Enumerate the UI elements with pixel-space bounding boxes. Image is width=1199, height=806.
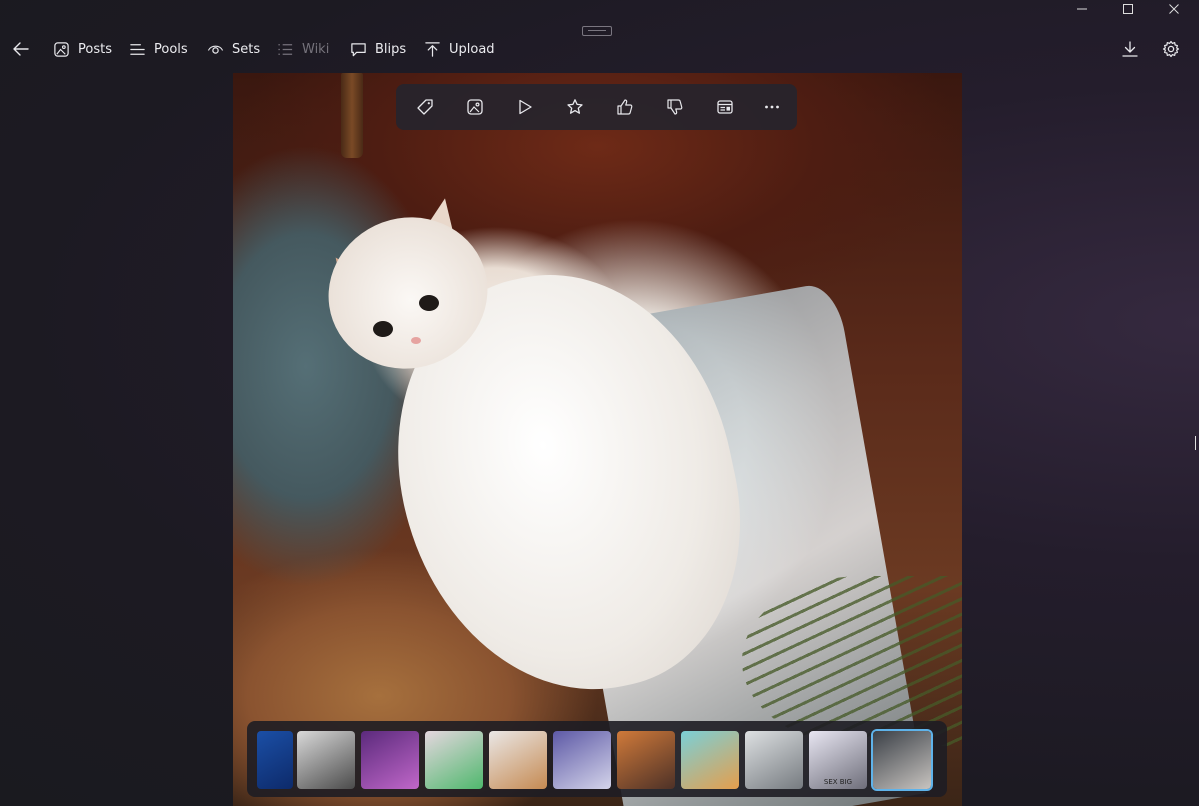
minimize-button[interactable] <box>1059 0 1105 18</box>
thumbnail[interactable] <box>617 731 675 789</box>
eye-icon <box>207 45 224 54</box>
more-button[interactable] <box>760 95 784 119</box>
thumbnail[interactable] <box>873 731 931 789</box>
nav-posts-label: Posts <box>78 41 112 57</box>
maximize-button[interactable] <box>1105 0 1151 18</box>
thumbnail-image <box>681 731 739 789</box>
star-icon <box>567 99 583 114</box>
thumbnail-image <box>873 731 931 789</box>
curtain-tassel <box>341 73 363 158</box>
thumbnail[interactable] <box>361 731 419 789</box>
arrow-left-icon <box>13 42 29 56</box>
arrow-up-icon <box>425 41 440 57</box>
thumbnail-image <box>553 731 611 789</box>
nav-wiki[interactable]: Wiki <box>277 37 329 61</box>
play-icon <box>519 99 532 115</box>
thumbnail[interactable] <box>681 731 739 789</box>
nav-upload[interactable]: Upload <box>424 37 495 61</box>
thumbnail[interactable] <box>489 731 547 789</box>
cat-eye-left <box>373 321 393 337</box>
download-icon <box>1122 41 1138 57</box>
thumbnail-image <box>361 731 419 789</box>
nav-sets-label: Sets <box>232 41 261 57</box>
thumbnail[interactable] <box>425 731 483 789</box>
image-toolbar <box>396 84 797 130</box>
nav-blips[interactable]: Blips <box>350 37 406 61</box>
thumbnail-image <box>489 731 547 789</box>
cat-eye-right <box>419 295 439 311</box>
thumbnail[interactable]: SEX BIG <box>809 731 867 789</box>
thumbnail-image <box>297 731 355 789</box>
thumbnail-image <box>745 731 803 789</box>
upvote-button[interactable] <box>613 95 637 119</box>
cat-nose <box>411 337 421 344</box>
nav-posts[interactable]: Posts <box>53 37 112 61</box>
picture-icon <box>467 99 483 115</box>
window-controls <box>1059 0 1197 18</box>
thumbnail-image <box>257 731 293 789</box>
close-button[interactable] <box>1151 0 1197 18</box>
gear-icon <box>1162 40 1180 58</box>
tag-icon <box>417 99 433 115</box>
drag-handle[interactable] <box>582 26 612 36</box>
nav-wiki-label: Wiki <box>302 41 330 57</box>
thumbnail-image <box>617 731 675 789</box>
nav-upload-label: Upload <box>449 41 495 57</box>
tags-button[interactable] <box>413 95 437 119</box>
resize-cursor <box>1195 436 1196 450</box>
thumbnail[interactable] <box>257 731 293 789</box>
slideshow-button[interactable] <box>513 95 537 119</box>
close-icon <box>1169 4 1179 14</box>
nav-blips-label: Blips <box>375 41 407 57</box>
minimize-icon <box>1077 8 1087 10</box>
favorite-button[interactable] <box>563 95 587 119</box>
details-icon <box>717 100 733 114</box>
more-icon <box>765 105 779 109</box>
thumbnail-text: SEX BIG <box>823 778 853 786</box>
nav-sets[interactable]: Sets <box>207 37 260 61</box>
thumbnail[interactable] <box>297 731 355 789</box>
nav-pools-label: Pools <box>154 41 188 57</box>
thumbnail[interactable] <box>745 731 803 789</box>
nav-pools[interactable]: Pools <box>129 37 188 61</box>
thumbs-down-icon <box>667 99 683 115</box>
thumbnail[interactable] <box>553 731 611 789</box>
details-button[interactable] <box>713 95 737 119</box>
downvote-button[interactable] <box>663 95 687 119</box>
image-viewer[interactable] <box>233 73 962 806</box>
image-icon <box>54 41 69 57</box>
thumbs-up-icon <box>617 99 633 115</box>
list-lines-icon <box>130 43 145 55</box>
settings-button[interactable] <box>1159 37 1183 61</box>
download-button[interactable] <box>1118 37 1142 61</box>
bulleted-list-icon <box>278 43 293 55</box>
thumbnail-strip: SEX BIG <box>247 721 947 797</box>
maximize-icon <box>1123 4 1133 14</box>
speech-bubble-icon <box>351 42 366 56</box>
thumbnail-image <box>425 731 483 789</box>
back-button[interactable] <box>9 37 33 61</box>
open-image-button[interactable] <box>463 95 487 119</box>
